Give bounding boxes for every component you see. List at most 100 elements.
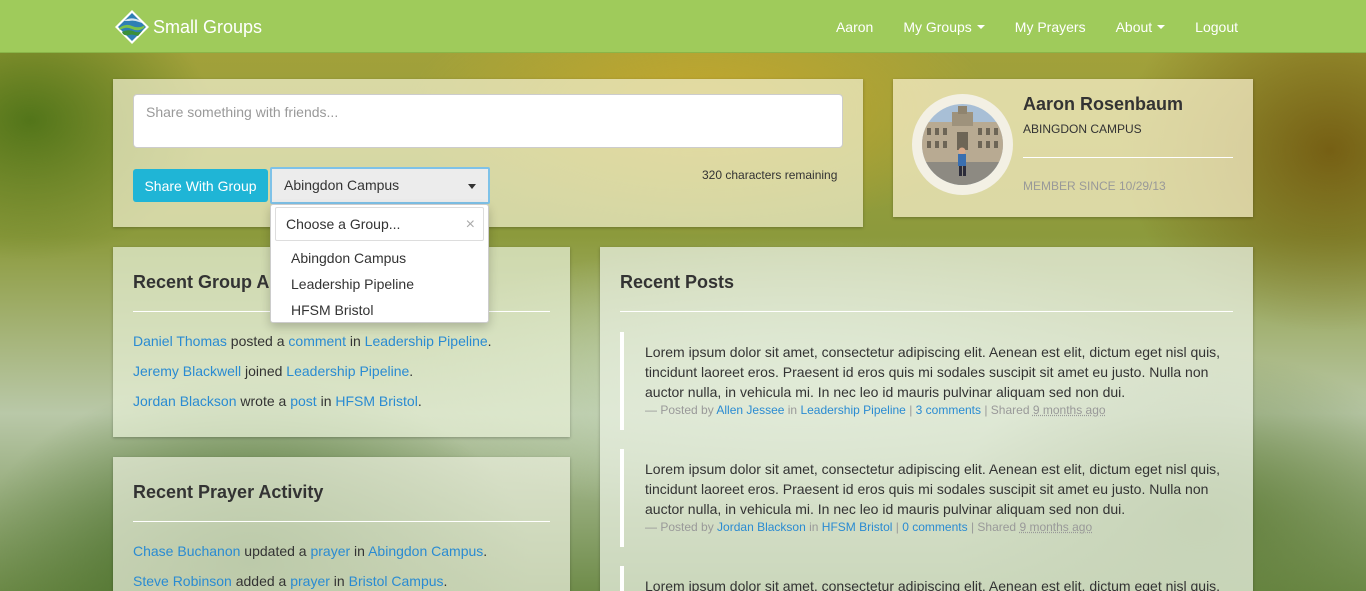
brand-title: Small Groups <box>153 16 263 37</box>
user-link[interactable]: Steve Robinson <box>133 573 232 589</box>
post-time: 9 months ago <box>1032 403 1106 417</box>
list-item: Daniel Thomas posted a comment in Leader… <box>133 333 492 349</box>
group-dropdown-menu: Choose a Group... × Abingdon Campus Lead… <box>270 204 489 323</box>
meta-text: — Posted by <box>645 403 717 417</box>
post-body: Lorem ipsum dolor sit amet, consectetur … <box>645 461 1221 517</box>
post-meta: — Posted by Allen Jessee in Leadership P… <box>645 402 1233 418</box>
nav-logout-link[interactable]: Logout <box>1195 19 1238 35</box>
user-link[interactable]: Daniel Thomas <box>133 333 227 349</box>
activity-text: updated a <box>240 543 311 559</box>
group-activity-list: Daniel Thomas posted a comment in Leader… <box>133 333 492 423</box>
brand[interactable]: Small Groups <box>114 8 262 46</box>
divider <box>1023 157 1233 158</box>
group-link[interactable]: Leadership Pipeline <box>286 363 409 379</box>
profile-panel: Aaron Rosenbaum ABINGDON CAMPUS MEMBER S… <box>893 79 1253 217</box>
divider <box>133 521 550 522</box>
profile-photo <box>922 104 1003 185</box>
meta-text: | Shared <box>981 403 1033 417</box>
group-link[interactable]: Leadership Pipeline <box>365 333 488 349</box>
close-icon[interactable]: × <box>466 217 475 233</box>
user-link[interactable]: Jordan Blackson <box>133 393 237 409</box>
meta-text: | Shared <box>967 520 1020 534</box>
profile-campus: ABINGDON CAMPUS <box>1023 122 1142 136</box>
group-search-placeholder: Choose a Group... <box>286 216 401 232</box>
nav-my-prayers-label: My Prayers <box>1014 18 1086 35</box>
post-meta: — Posted by Jordan Blackson in HFSM Bris… <box>645 519 1233 535</box>
user-link[interactable]: Chase Buchanon <box>133 543 240 559</box>
activity-text: wrote a <box>236 393 291 409</box>
main-nav: Aaron My Groups My Prayers About Logout <box>806 0 1238 53</box>
profile-name: Aaron Rosenbaum <box>1023 94 1184 114</box>
comment-link[interactable]: comment <box>288 333 346 349</box>
activity-text: . <box>409 363 414 379</box>
avatar[interactable] <box>912 94 1013 195</box>
activity-text: in <box>345 333 365 349</box>
group-link[interactable]: Abingdon Campus <box>368 543 483 559</box>
post-item: Lorem ipsum dolor sit amet, consectetur … <box>620 332 1233 430</box>
group-link[interactable]: Leadership Pipeline <box>800 403 905 417</box>
activity-text: added a <box>231 573 291 589</box>
activity-text: posted a <box>226 333 289 349</box>
group-option[interactable]: Leadership Pipeline <box>271 271 488 297</box>
comments-link[interactable]: 3 comments <box>916 403 981 417</box>
post-body: Lorem ipsum dolor sit amet, consectetur … <box>645 578 1221 591</box>
meta-text: | <box>905 403 916 417</box>
list-item: Jeremy Blackwell joined Leadership Pipel… <box>133 363 492 379</box>
recent-prayer-activity-panel: Recent Prayer Activity Chase Buchanon up… <box>113 457 570 591</box>
nav-my-groups-dropdown[interactable]: My Groups <box>903 18 985 35</box>
share-with-group-button[interactable]: Share With Group <box>133 169 268 202</box>
activity-text: joined <box>241 363 287 379</box>
prayer-activity-list: Chase Buchanon updated a prayer in Abing… <box>133 543 487 591</box>
nav-about-label: About <box>1115 18 1153 35</box>
caret-down-icon <box>468 184 476 189</box>
nav-about-dropdown[interactable]: About <box>1116 19 1166 35</box>
post-item: Lorem ipsum dolor sit amet, consectetur … <box>620 449 1233 547</box>
post-item: Lorem ipsum dolor sit amet, consectetur … <box>620 566 1233 591</box>
group-search-input[interactable]: Choose a Group... × <box>275 207 484 241</box>
author-link[interactable]: Jordan Blackson <box>717 520 806 534</box>
prayer-link[interactable]: prayer <box>310 543 350 559</box>
meta-text: — Posted by <box>645 520 718 534</box>
meta-text: | <box>892 520 903 534</box>
activity-text: . <box>443 573 448 589</box>
post-link[interactable]: post <box>290 393 316 409</box>
group-link[interactable]: HFSM Bristol <box>822 520 893 534</box>
author-link[interactable]: Allen Jessee <box>716 403 784 417</box>
panel-title: Recent Posts <box>620 272 735 292</box>
activity-text: in <box>350 543 369 559</box>
navbar: Small Groups Aaron My Groups My Prayers … <box>0 0 1366 53</box>
recent-posts-panel: Recent Posts Lorem ipsum dolor sit amet,… <box>600 247 1253 591</box>
nav-logout-label: Logout <box>1195 18 1238 35</box>
divider <box>620 311 1233 312</box>
group-link[interactable]: Bristol Campus <box>349 573 444 589</box>
list-item: Chase Buchanon updated a prayer in Abing… <box>133 543 487 559</box>
group-options-list: Abingdon Campus Leadership Pipeline HFSM… <box>271 241 488 323</box>
post-time: 9 months ago <box>1019 520 1093 534</box>
nav-my-prayers-link[interactable]: My Prayers <box>1015 19 1086 35</box>
share-post-input[interactable] <box>133 94 843 148</box>
group-option[interactable]: HFSM Bristol <box>271 297 488 323</box>
nav-my-groups-label: My Groups <box>903 18 972 35</box>
caret-down-icon <box>1157 25 1166 29</box>
group-option[interactable]: Abingdon Campus <box>271 245 488 271</box>
list-item: Jordan Blackson wrote a post in HFSM Bri… <box>133 393 492 409</box>
caret-down-icon <box>976 25 985 29</box>
nav-user-label: Aaron <box>835 18 874 35</box>
comments-link[interactable]: 0 comments <box>902 520 967 534</box>
group-link[interactable]: HFSM Bristol <box>335 393 417 409</box>
user-link[interactable]: Jeremy Blackwell <box>133 363 241 379</box>
characters-remaining: 320 characters remaining <box>702 168 838 182</box>
panel-title: Recent Prayer Activity <box>133 482 324 502</box>
meta-text: in <box>805 520 822 534</box>
post-body: Lorem ipsum dolor sit amet, consectetur … <box>645 344 1221 400</box>
prayer-link[interactable]: prayer <box>290 573 330 589</box>
list-item: Steve Robinson added a prayer in Bristol… <box>133 573 487 589</box>
activity-text: . <box>417 393 422 409</box>
small-groups-logo-icon <box>115 10 149 44</box>
meta-text: in <box>784 403 801 417</box>
group-select[interactable]: Abingdon Campus <box>270 167 490 204</box>
activity-text: . <box>487 333 492 349</box>
activity-text: in <box>316 393 336 409</box>
nav-user-link[interactable]: Aaron <box>836 19 873 35</box>
activity-text: . <box>483 543 488 559</box>
